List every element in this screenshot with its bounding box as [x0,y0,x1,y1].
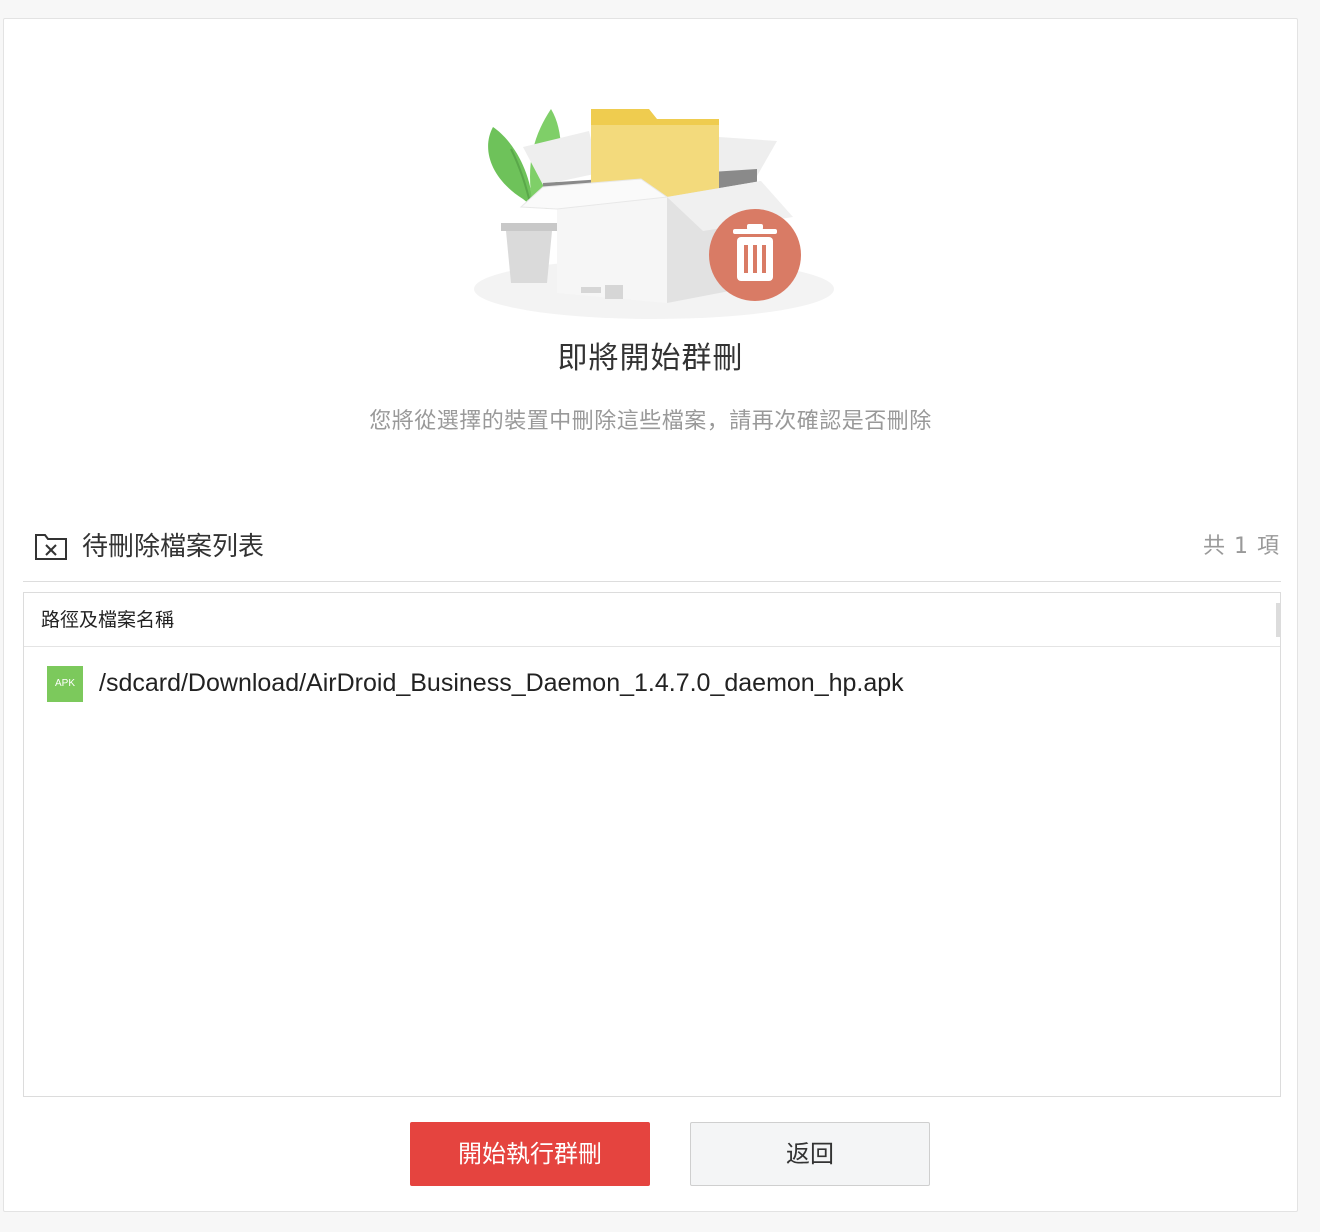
dialog-title: 即將開始群刪 [557,341,744,376]
file-list-header: 待刪除檔案列表 共 1 項 [34,527,1280,567]
table-row: APK /sdcard/Download/AirDroid_Business_D… [24,647,1280,717]
file-list-label: 待刪除檔案列表 [82,532,265,562]
batch-delete-panel: 即將開始群刪 您將從選擇的裝置中刪除這些檔案，請再次確認是否刪除 待刪除檔案列表… [3,18,1298,1212]
table-header: 路徑及檔案名稱 [24,593,1280,647]
column-header-path: 路徑及檔案名稱 [41,609,175,631]
start-batch-delete-button[interactable]: 開始執行群刪 [410,1122,650,1186]
back-button[interactable]: 返回 [690,1122,930,1186]
divider [23,581,1281,582]
dialog-subtitle: 您將從選擇的裝置中刪除這些檔案，請再次確認是否刪除 [369,409,932,434]
apk-file-icon: APK [47,666,83,702]
delete-illustration [474,109,834,319]
file-count: 共 1 項 [1203,534,1280,559]
file-table: 路徑及檔案名稱 APK /sdcard/Download/AirDroid_Bu… [23,592,1281,1097]
file-path: /sdcard/Download/AirDroid_Business_Daemo… [99,669,904,697]
scrollbar[interactable] [1276,603,1280,637]
folder-x-icon [35,534,67,560]
